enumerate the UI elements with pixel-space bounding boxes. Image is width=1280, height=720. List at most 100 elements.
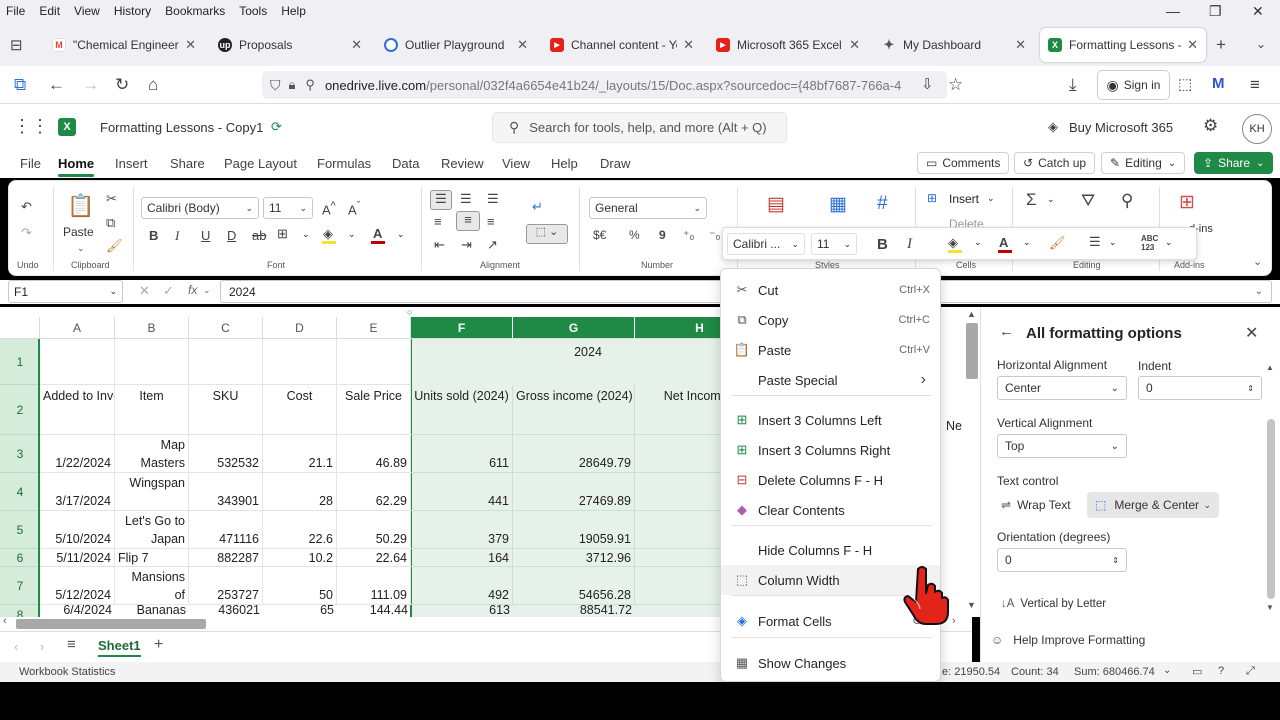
- copy-icon[interactable]: ⧉: [106, 215, 115, 231]
- vertical-alignment-dropdown[interactable]: Top ⌄: [997, 434, 1127, 458]
- row-header[interactable]: 3: [0, 435, 40, 473]
- scroll-left-icon[interactable]: ‹: [3, 615, 7, 627]
- cell-c[interactable]: 532532: [189, 435, 263, 473]
- buy-microsoft-365-link[interactable]: Buy Microsoft 365: [1069, 120, 1173, 135]
- menu-item-insert-3-columns-right[interactable]: ⊞ Insert 3 Columns Right: [721, 435, 940, 465]
- cell-f[interactable]: 441: [411, 473, 513, 511]
- close-icon[interactable]: ✕: [849, 37, 860, 53]
- next-sheet-icon[interactable]: ›: [40, 639, 44, 654]
- insert-cells-icon[interactable]: ⊞: [927, 191, 937, 205]
- horizontal-alignment-dropdown[interactable]: Center ⌄: [997, 376, 1127, 400]
- align-middle-icon[interactable]: ☰: [460, 191, 472, 207]
- document-title[interactable]: Formatting Lessons - Copy1: [100, 120, 263, 135]
- permissions-icon[interactable]: ⚲: [305, 77, 315, 93]
- cell-g[interactable]: 54656.28: [513, 567, 635, 605]
- close-icon[interactable]: ✕: [683, 37, 694, 53]
- cell-e[interactable]: 46.89: [337, 435, 411, 473]
- decrease-font-icon[interactable]: Aˇ: [348, 200, 360, 217]
- name-box[interactable]: F1 ⌄: [8, 280, 123, 303]
- new-tab-icon[interactable]: +: [1216, 35, 1226, 55]
- cell-a[interactable]: 5/10/2024: [40, 511, 115, 549]
- column-header-f[interactable]: F: [411, 317, 513, 339]
- orientation-icon[interactable]: ↗: [487, 237, 498, 253]
- lock-icon[interactable]: 🔒︎: [289, 77, 296, 93]
- chevron-down-icon[interactable]: ⌄: [974, 237, 982, 248]
- menu-item-paste[interactable]: 📋 Paste Ctrl+V: [721, 335, 940, 365]
- number-format-dropdown[interactable]: General ⌄: [589, 197, 707, 219]
- mini-font-dropdown[interactable]: Calibri ... ⌄: [727, 233, 805, 255]
- cell-b[interactable]: Flip 7: [115, 549, 189, 567]
- column-header-e[interactable]: E: [337, 317, 411, 339]
- tab-help[interactable]: Help: [551, 156, 578, 171]
- add-sheet-button[interactable]: +: [154, 636, 163, 654]
- tab-youtube-excel[interactable]: ▶ Microsoft 365 Excel Un ✕: [708, 28, 868, 62]
- cell-b[interactable]: Bananas: [115, 605, 189, 617]
- maximize-icon[interactable]: ❐: [1209, 3, 1222, 20]
- cell-g[interactable]: 28649.79: [513, 435, 635, 473]
- cell-e[interactable]: 111.09: [337, 567, 411, 605]
- url-bar[interactable]: ⛉ 🔒︎ ⚲ onedrive.live.com/personal/032f4a…: [262, 71, 947, 99]
- chevron-down-icon[interactable]: ⌄: [302, 229, 310, 240]
- cell-d[interactable]: 65: [263, 605, 337, 617]
- format-painter-icon[interactable]: 🖌: [106, 238, 123, 254]
- feedback-icon[interactable]: ▭: [1192, 665, 1202, 678]
- tab-formatting-lessons[interactable]: X Formatting Lessons - C ✕: [1040, 28, 1206, 62]
- menu-view[interactable]: View: [74, 4, 100, 18]
- cell[interactable]: [189, 339, 263, 385]
- cell-f[interactable]: 611: [411, 435, 513, 473]
- add-ins-icon[interactable]: ⊞: [1179, 191, 1195, 214]
- cell-f[interactable]: 492: [411, 567, 513, 605]
- autosum-icon[interactable]: Σ: [1026, 190, 1037, 210]
- downloads-icon[interactable]: ⤓: [1069, 75, 1077, 95]
- tab-review[interactable]: Review: [441, 156, 484, 171]
- increase-decimal-icon[interactable]: ⁺₀: [683, 228, 694, 242]
- forward-arrow-icon[interactable]: →: [82, 75, 99, 95]
- undo-icon[interactable]: ↶: [21, 199, 32, 215]
- cell-g[interactable]: 88541.72: [513, 605, 635, 617]
- font-color-icon[interactable]: A: [373, 226, 382, 241]
- insert-cells-button[interactable]: Insert: [949, 192, 979, 206]
- scroll-up-icon[interactable]: ▲: [1266, 363, 1274, 372]
- mini-italic-icon[interactable]: I: [907, 236, 912, 253]
- merge-center-icon[interactable]: ⬚ ⌄: [526, 224, 568, 244]
- column-header-c[interactable]: C: [189, 317, 263, 339]
- cell-c[interactable]: 882287: [189, 549, 263, 567]
- close-icon[interactable]: ✕: [351, 37, 362, 53]
- saved-status-icon[interactable]: ⟳: [271, 119, 282, 135]
- minimize-icon[interactable]: —: [1166, 3, 1180, 19]
- menu-item-copy[interactable]: ⧉ Copy Ctrl+C: [721, 305, 940, 335]
- vertical-by-letter-option[interactable]: ↓A Vertical by Letter: [1001, 598, 1106, 610]
- menu-item-insert-3-columns-left[interactable]: ⊞ Insert 3 Columns Left: [721, 405, 940, 435]
- tab-share[interactable]: Share: [170, 156, 205, 171]
- fullscreen-icon[interactable]: ⤢: [1246, 665, 1255, 678]
- confirm-formula-icon[interactable]: ✓: [163, 283, 174, 299]
- cell[interactable]: [263, 339, 337, 385]
- decrease-decimal-icon[interactable]: ⁻₀: [709, 228, 720, 242]
- menu-item-clear-contents[interactable]: ◆ Clear Contents: [721, 495, 940, 525]
- row-header[interactable]: 6: [0, 549, 40, 567]
- cell[interactable]: [115, 339, 189, 385]
- indent-input[interactable]: 0 ⇕: [1138, 376, 1262, 400]
- close-icon[interactable]: ✕: [1015, 37, 1026, 53]
- select-all-corner[interactable]: [0, 317, 40, 339]
- avatar[interactable]: KH: [1242, 114, 1272, 144]
- font-name-dropdown[interactable]: Calibri (Body) ⌄: [141, 197, 259, 219]
- insert-function-button[interactable]: fx: [188, 283, 197, 297]
- cell-a[interactable]: 5/12/2024: [40, 567, 115, 605]
- extensions-icon[interactable]: ⬚: [1178, 75, 1192, 93]
- cell-b[interactable]: Wingspan: [115, 473, 189, 511]
- catch-up-button[interactable]: ↺ Catch up: [1014, 152, 1096, 174]
- tab-outlier[interactable]: Outlier Playground ✕: [376, 28, 536, 62]
- app-launcher-icon[interactable]: ⋮⋮: [13, 116, 49, 137]
- cell-header-g[interactable]: Gross income (2024): [513, 385, 635, 435]
- cell-header-c[interactable]: SKU: [189, 385, 263, 435]
- tab-home[interactable]: Home: [58, 156, 94, 171]
- cell-header-e[interactable]: Sale Price: [337, 385, 411, 435]
- currency-button[interactable]: $€: [593, 228, 606, 242]
- cell-d[interactable]: 28: [263, 473, 337, 511]
- home-icon[interactable]: ⌂: [148, 75, 158, 95]
- cell-a[interactable]: 5/11/2024: [40, 549, 115, 567]
- cell-header-d[interactable]: Cost: [263, 385, 337, 435]
- tab-formulas[interactable]: Formulas: [317, 156, 371, 171]
- cell-b[interactable]: Map Masters: [115, 435, 189, 473]
